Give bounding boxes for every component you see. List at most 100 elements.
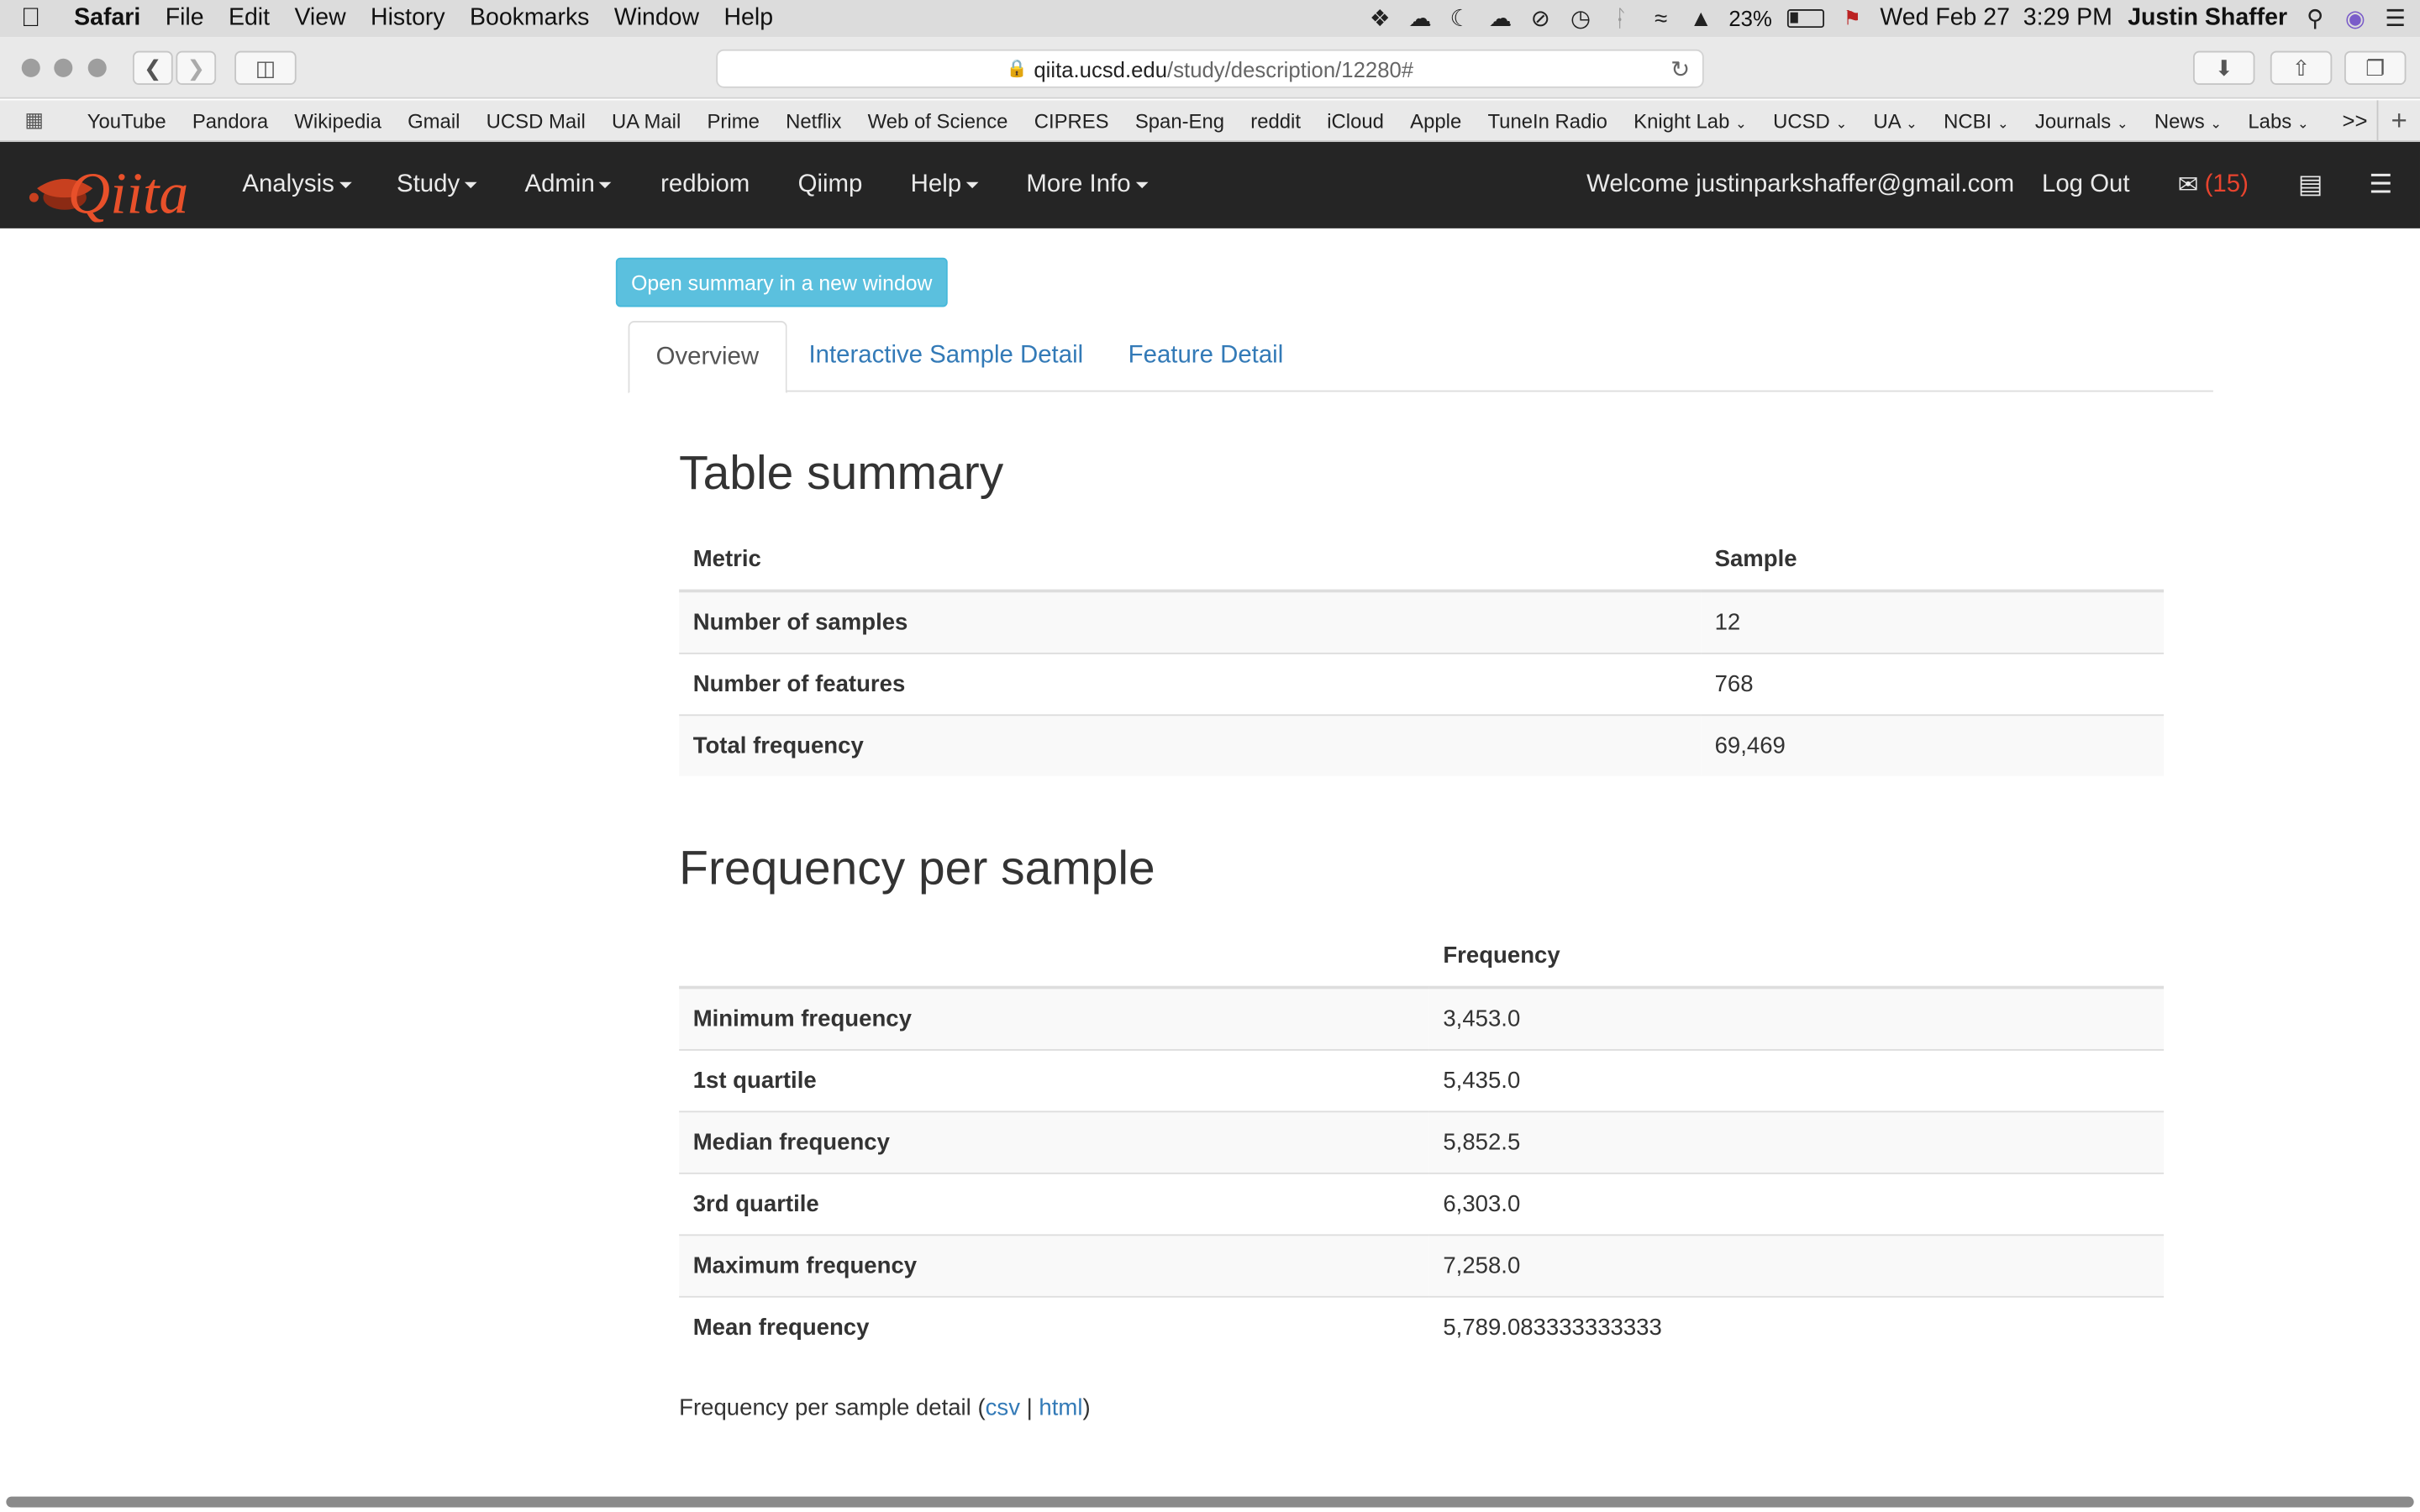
- notification-center-icon[interactable]: ☰: [2383, 5, 2407, 33]
- row-value: 5,789.083333333333: [1428, 1294, 2165, 1358]
- time-machine-icon[interactable]: ◷: [1568, 5, 1592, 33]
- bookmark-reddit[interactable]: reddit: [1238, 108, 1314, 132]
- bookmark-folder-labs[interactable]: Labs ⌄: [2235, 108, 2323, 132]
- menu-app-name[interactable]: Safari: [61, 5, 153, 33]
- row-label: Minimum frequency: [679, 986, 1429, 1049]
- nav-admin-dropdown[interactable]: Admin: [524, 142, 613, 228]
- bookmark-cipres[interactable]: CIPRES: [1021, 108, 1122, 132]
- bookmark-web-of-science[interactable]: Web of Science: [855, 108, 1021, 132]
- apps-grid-icon[interactable]: ▦: [24, 108, 55, 133]
- bookmark-folder-knight-lab[interactable]: Knight Lab ⌄: [1621, 108, 1760, 132]
- bookmark-folder-ua[interactable]: UA ⌄: [1860, 108, 1931, 132]
- bookmark-ucsd-mail[interactable]: UCSD Mail: [473, 108, 598, 132]
- menu-view[interactable]: View: [282, 5, 359, 33]
- bluetooth-icon[interactable]: ᛛ: [1608, 5, 1633, 31]
- cloud-upload-icon[interactable]: ☁: [1407, 5, 1432, 33]
- downloads-button[interactable]: ⬇: [2192, 50, 2255, 86]
- nav-analysis-dropdown[interactable]: Analysis: [242, 142, 351, 228]
- nav-qiimp[interactable]: Qiimp: [798, 142, 863, 228]
- nav-help-dropdown[interactable]: Help: [911, 142, 979, 228]
- share-icon: ⇧: [2291, 55, 2311, 80]
- bookmark-folder-journals[interactable]: Journals ⌄: [2022, 108, 2141, 132]
- nav-label: More Info: [1026, 171, 1131, 198]
- menu-bookmarks[interactable]: Bookmarks: [457, 5, 602, 33]
- server-status-icon[interactable]: ☰: [2369, 142, 2392, 228]
- qiita-logo[interactable]: Qiita: [22, 151, 201, 222]
- bookmark-folder-news[interactable]: News ⌄: [2141, 108, 2234, 132]
- tab-overview[interactable]: Overview: [628, 321, 787, 394]
- dropbox-icon[interactable]: ❖: [1368, 5, 1392, 33]
- menu-edit[interactable]: Edit: [216, 5, 281, 33]
- csv-link[interactable]: csv: [986, 1394, 1020, 1420]
- bookmark-youtube[interactable]: YouTube: [74, 108, 179, 132]
- browser-window:  Safari File Edit View History Bookmark…: [0, 0, 2420, 1512]
- row-value: 768: [1701, 652, 2165, 715]
- table-row: Median frequency 5,852.5: [679, 1110, 2165, 1173]
- tab-feature-detail[interactable]: Feature Detail: [1102, 321, 1309, 391]
- table-row: 1st quartile 5,435.0: [679, 1048, 2165, 1111]
- spotlight-search-icon[interactable]: ⚲: [2302, 5, 2327, 33]
- url-domain: qiita.ucsd.edu: [1034, 56, 1168, 81]
- bookmark-folder-label: Labs: [2248, 108, 2292, 133]
- night-mode-icon[interactable]: ☾: [1448, 5, 1472, 33]
- chevron-down-icon: ⌄: [1835, 114, 1848, 131]
- sidebar-toggle-button[interactable]: ◫: [234, 50, 297, 86]
- html-link[interactable]: html: [1039, 1394, 1082, 1420]
- row-label: 1st quartile: [679, 1048, 1429, 1111]
- bookmark-pandora[interactable]: Pandora: [179, 108, 281, 132]
- share-button[interactable]: ⇧: [2270, 50, 2333, 86]
- battery-icon[interactable]: [1787, 9, 1825, 29]
- nav-label: Admin: [524, 171, 595, 198]
- table-summary-heading: Table summary: [679, 445, 1004, 501]
- us-flag-icon[interactable]: ⚑: [1840, 6, 1865, 30]
- nav-more-info-dropdown[interactable]: More Info: [1026, 142, 1148, 228]
- cloud-sync-icon[interactable]: ☁: [1488, 5, 1512, 33]
- siri-icon[interactable]: ◉: [2343, 5, 2367, 33]
- bookmark-tunein-radio[interactable]: TuneIn Radio: [1475, 108, 1621, 132]
- bookmark-span-eng[interactable]: Span-Eng: [1122, 108, 1237, 132]
- menu-history[interactable]: History: [358, 5, 457, 33]
- volume-icon[interactable]: ▲: [1689, 5, 1713, 31]
- menu-window[interactable]: Window: [602, 5, 712, 33]
- open-summary-button[interactable]: Open summary in a new window: [615, 257, 948, 307]
- bookmark-wikipedia[interactable]: Wikipedia: [281, 108, 395, 132]
- wifi-icon[interactable]: ≈: [1649, 5, 1673, 31]
- new-tab-icon[interactable]: +: [2376, 100, 2420, 141]
- minimize-window-icon[interactable]: [54, 58, 73, 77]
- welcome-user-link[interactable]: Welcome justinparkshaffer@gmail.com: [1586, 142, 2014, 228]
- do-not-disturb-icon[interactable]: ⊘: [1528, 5, 1553, 33]
- reload-icon[interactable]: ↻: [1670, 55, 1690, 83]
- logout-link[interactable]: Log Out: [2042, 142, 2130, 228]
- bookmark-folder-ucsd[interactable]: UCSD ⌄: [1760, 108, 1860, 132]
- bookmark-icloud[interactable]: iCloud: [1314, 108, 1397, 132]
- forward-button[interactable]: ❯: [176, 50, 217, 86]
- chevron-down-icon: ⌄: [2210, 114, 2223, 131]
- tabs-overview-button[interactable]: ❐: [2344, 50, 2407, 86]
- bookmark-gmail[interactable]: Gmail: [394, 108, 473, 132]
- menu-file[interactable]: File: [153, 5, 216, 33]
- zoom-window-icon[interactable]: [87, 58, 107, 77]
- bookmark-apple[interactable]: Apple: [1397, 108, 1475, 132]
- bookmark-ua-mail[interactable]: UA Mail: [598, 108, 694, 132]
- battery-percent[interactable]: 23%: [1728, 6, 1771, 30]
- horizontal-scrollbar[interactable]: [0, 1493, 2420, 1512]
- bookmark-prime[interactable]: Prime: [694, 108, 773, 132]
- bookmark-folder-ncbi[interactable]: NCBI ⌄: [1931, 108, 2023, 132]
- job-list-icon[interactable]: ▤: [2298, 142, 2323, 228]
- nav-study-dropdown[interactable]: Study: [397, 142, 477, 228]
- nav-label: Analysis: [242, 171, 334, 198]
- messages-link[interactable]: ✉ (15): [2178, 142, 2249, 228]
- more-bookmarks-button[interactable]: >>: [2342, 108, 2367, 133]
- back-button[interactable]: ❮: [132, 50, 173, 86]
- close-window-icon[interactable]: [21, 58, 40, 77]
- address-bar[interactable]: 🔒 qiita.ucsd.edu/study/description/12280…: [716, 49, 1704, 88]
- nav-redbiom[interactable]: redbiom: [660, 142, 750, 228]
- scrollbar-thumb[interactable]: [6, 1496, 2414, 1508]
- bookmark-netflix[interactable]: Netflix: [772, 108, 855, 132]
- tab-interactive-sample-detail[interactable]: Interactive Sample Detail: [782, 321, 1109, 391]
- menubar-user[interactable]: Justin Shaffer: [2128, 5, 2287, 33]
- table-row: Minimum frequency 3,453.0: [679, 986, 2165, 1049]
- menu-help[interactable]: Help: [712, 5, 786, 33]
- menubar-datetime[interactable]: Wed Feb 27 3:29 PM: [1880, 5, 2112, 33]
- apple-icon[interactable]: : [0, 3, 61, 34]
